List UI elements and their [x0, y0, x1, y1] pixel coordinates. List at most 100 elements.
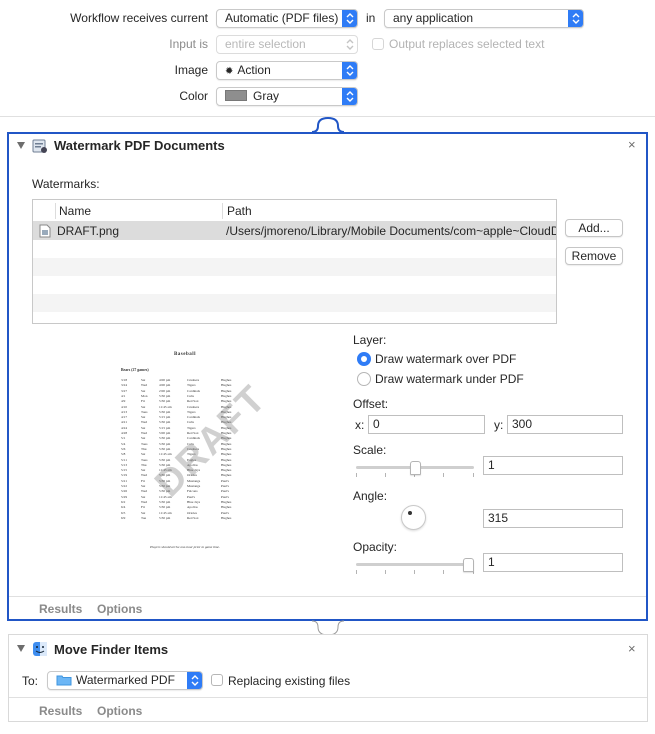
image-popup[interactable]: ✹ Action	[216, 61, 358, 80]
tab-results[interactable]: Results	[39, 704, 82, 718]
preview-schedule-cell: Paul's	[221, 510, 229, 515]
preview-schedule-cell: Hughes	[221, 499, 232, 504]
preview-schedule-cell: Tues	[141, 409, 148, 414]
chevron-updown-icon	[568, 10, 583, 27]
offset-label: Offset:	[353, 397, 389, 411]
destination-value: Watermarked PDF	[76, 673, 175, 687]
opacity-slider-knob[interactable]	[463, 558, 474, 572]
receives-popup[interactable]: Automatic (PDF files)	[216, 9, 358, 28]
preview-schedule-cell: Tues	[141, 441, 148, 446]
preview-schedule-cell: Wed	[141, 489, 148, 494]
preview-schedule-cell: Paul's	[221, 484, 229, 488]
png-file-icon	[39, 224, 51, 238]
preview-schedule-cell: Paul's	[221, 489, 229, 494]
column-header-name[interactable]: Name	[59, 204, 91, 218]
preview-schedule-cell: Sat	[141, 404, 146, 409]
finder-icon	[33, 642, 47, 656]
angle-dial[interactable]	[401, 505, 426, 530]
preview-heading: Baseball	[173, 352, 197, 357]
preview-schedule-cell: 3/18	[121, 378, 128, 382]
application-popup[interactable]: any application	[384, 9, 584, 28]
preview-schedule-cell: 5:30 pm	[159, 515, 171, 520]
preview-schedule-cell: 5:30 pm	[159, 393, 171, 398]
offset-x-label: x:	[355, 418, 365, 432]
scale-slider[interactable]	[356, 460, 474, 480]
action-footer-divider	[9, 697, 647, 698]
column-header-path[interactable]: Path	[227, 204, 252, 218]
tab-results[interactable]: Results	[39, 602, 82, 616]
preview-schedule-cell: 5:15 pm	[159, 415, 171, 420]
disclosure-triangle-icon[interactable]	[17, 645, 25, 652]
preview-schedule-cell: Blue Jays	[187, 499, 201, 504]
watermarks-table[interactable]: Name Path DRAFT.png /Users/jmoreno/Libra…	[32, 199, 557, 324]
preview-schedule-cell: Fri	[141, 478, 145, 483]
preview-schedule-cell: Wed	[141, 383, 148, 388]
preview-schedule-cell: Apollos	[187, 505, 198, 510]
scale-field[interactable]: 1	[483, 456, 623, 475]
output-replaces-checkbox[interactable]	[372, 38, 384, 50]
preview-schedule-cell: Wed	[141, 499, 148, 504]
color-label: Color	[179, 89, 208, 103]
preview-schedule-cell: Sat	[141, 510, 146, 515]
scale-slider-knob[interactable]	[410, 461, 421, 475]
preview-schedule-cell: 4/28	[121, 431, 128, 435]
preview-schedule-cell: 4/21	[121, 420, 128, 425]
offset-y-field[interactable]: 300	[507, 415, 623, 434]
preview-schedule-cell: 6/5	[121, 510, 126, 515]
offset-y-label: y:	[494, 418, 504, 432]
color-value: Gray	[253, 89, 280, 103]
preview-schedule-cell: 5/8	[121, 452, 126, 457]
destination-popup[interactable]: Watermarked PDF	[47, 671, 203, 690]
chevron-updown-icon	[342, 62, 357, 79]
preview-schedule-cell: 5:30 pm	[159, 420, 171, 425]
color-popup[interactable]: Gray	[216, 87, 358, 106]
offset-x-field[interactable]: 0	[368, 415, 485, 434]
watermarks-label: Watermarks:	[32, 177, 100, 191]
angle-field[interactable]: 315	[483, 509, 623, 528]
pdf-preview: Baseball Bears (27 games) 3/18 Sat 4:00 pm…	[110, 338, 275, 558]
preview-schedule-cell: Paul's	[187, 494, 195, 499]
preview-schedule-cell: Crushers	[187, 404, 200, 409]
replacing-checkbox[interactable]	[211, 674, 223, 686]
radio-draw-under[interactable]	[357, 372, 371, 386]
table-row-empty	[33, 276, 556, 294]
preview-schedule-cell: 5/15	[121, 468, 128, 473]
output-replaces-label: Output replaces selected text	[389, 37, 545, 51]
table-row[interactable]: DRAFT.png /Users/jmoreno/Library/Mobile …	[33, 222, 556, 240]
preview-schedule-cell: Sat	[141, 436, 146, 441]
opacity-field[interactable]: 1	[483, 553, 623, 572]
disclosure-triangle-icon[interactable]	[17, 142, 25, 149]
preview-schedule-cell: Hughes	[221, 383, 232, 388]
preview-schedule-cell: Red Sox	[187, 515, 199, 520]
preview-schedule-cell: Cubs	[187, 420, 194, 425]
remove-button[interactable]: Remove	[565, 247, 623, 265]
opacity-slider[interactable]	[356, 557, 474, 577]
preview-schedule-cell: Tigers	[187, 383, 196, 388]
preview-schedule-cell: Tue	[141, 515, 147, 520]
preview-schedule-cell: Sat	[141, 388, 146, 393]
preview-schedule-cell: 5:30 pm	[159, 399, 171, 404]
preview-schedule-cell: 5/19	[121, 473, 128, 478]
preview-schedule-cell: 5/13	[121, 462, 128, 467]
preview-schedule-cell: Cardinals	[187, 415, 200, 420]
scale-label: Scale:	[353, 443, 387, 457]
preview-schedule-cell: 5/29	[121, 494, 128, 499]
preview-schedule-cell: 4:00 pm	[159, 378, 171, 382]
radio-draw-over[interactable]	[357, 352, 371, 366]
preview-schedule-cell: Hughes	[221, 473, 232, 478]
preview-schedule-cell: 4/10	[121, 404, 128, 409]
add-button[interactable]: Add...	[565, 219, 623, 237]
watermark-pdf-icon	[32, 139, 47, 153]
tab-options[interactable]: Options	[97, 602, 142, 616]
preview-schedule-cell: 5:30 pm	[159, 409, 171, 414]
preview-schedule-cell: 3/24	[121, 383, 128, 388]
chevron-updown-icon	[342, 36, 357, 53]
tab-options[interactable]: Options	[97, 704, 142, 718]
radio-draw-over-label: Draw watermark over PDF	[375, 352, 517, 366]
close-icon[interactable]: ×	[628, 137, 636, 152]
input-is-popup[interactable]: entire selection	[216, 35, 358, 54]
close-icon[interactable]: ×	[628, 641, 636, 656]
preview-schedule-cell: Fri	[141, 399, 145, 404]
preview-schedule-cell: Cubs	[187, 393, 194, 398]
preview-schedule-cell: Sat	[141, 415, 146, 420]
